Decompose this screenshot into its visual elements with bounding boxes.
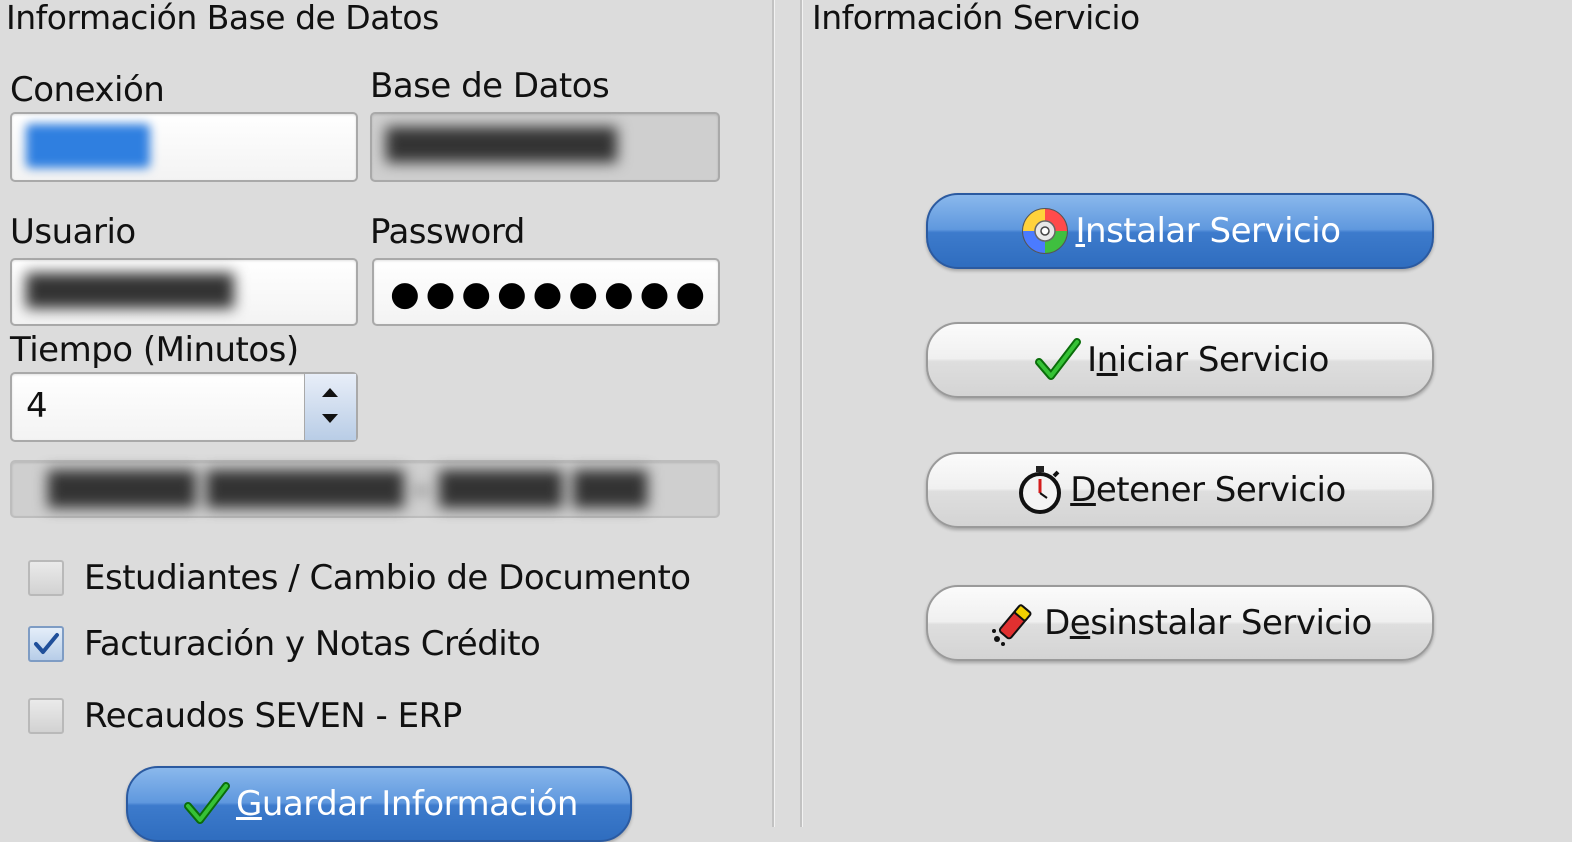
stop-button-label: etener Servicio (1095, 470, 1346, 510)
spinner-buttons[interactable] (304, 374, 356, 440)
students-checkbox-label: Estudiantes / Cambio de Documento (84, 558, 691, 598)
database-label: Base de Datos (370, 66, 610, 106)
time-value: 4 (26, 386, 48, 426)
install-service-button[interactable]: Instalar Servicio (926, 193, 1434, 269)
uninstall-accel: e (1069, 603, 1091, 643)
collections-checkbox-label: Recaudos SEVEN - ERP (84, 696, 462, 736)
collections-checkbox[interactable] (28, 698, 64, 734)
uninstall-service-button[interactable]: Desinstalar Servicio (926, 585, 1434, 661)
password-label: Password (370, 212, 525, 252)
checkmark-icon (183, 782, 230, 824)
install-button-label: nstalar Servicio (1085, 211, 1341, 251)
save-button-label: uardar Información (261, 784, 579, 824)
connection-value-redacted (26, 124, 150, 168)
time-spinner[interactable]: 4 (10, 372, 358, 442)
eraser-icon (992, 604, 1032, 646)
checkmark-icon (1035, 338, 1082, 380)
user-field[interactable]: █████████ (10, 258, 358, 326)
start-service-button[interactable]: Iniciar Servicio (926, 322, 1434, 398)
time-label: Tiempo (Minutos) (10, 330, 299, 370)
start-button-label: iciar Servicio (1117, 340, 1330, 380)
checkmark-icon (34, 633, 59, 654)
billing-checkbox[interactable] (28, 626, 64, 662)
checkbox-row-billing[interactable]: Facturación y Notas Crédito (28, 624, 541, 664)
panel-divider-right (800, 0, 803, 827)
spin-up-icon[interactable] (322, 388, 338, 397)
user-label: Usuario (10, 212, 136, 252)
connection-field[interactable] (10, 112, 358, 182)
password-value: ●●●●●●●●● (390, 274, 712, 314)
user-value-redacted: █████████ (26, 274, 234, 309)
checkbox-row-collections[interactable]: Recaudos SEVEN - ERP (28, 696, 462, 736)
database-info-title: Información Base de Datos (6, 0, 439, 37)
uninstall-button-prefix: D (1044, 603, 1070, 643)
start-accel: n (1096, 340, 1119, 380)
company-field[interactable]: ██████ ████████ - █████ ███ (10, 460, 720, 518)
save-info-button[interactable]: Guardar Información (126, 766, 632, 842)
install-accel: I (1075, 211, 1086, 251)
spin-down-icon[interactable] (322, 414, 338, 423)
database-field[interactable]: ██████████ (370, 112, 720, 182)
checkbox-row-students[interactable]: Estudiantes / Cambio de Documento (28, 558, 691, 598)
stop-accel: D (1070, 470, 1096, 510)
panel-divider-left (772, 0, 775, 827)
uninstall-button-label: sinstalar Servicio (1090, 603, 1372, 643)
save-accel: G (235, 784, 262, 824)
company-value-redacted: ██████ ████████ - █████ ███ (48, 470, 648, 508)
stopwatch-icon (1019, 466, 1062, 514)
password-field[interactable]: ●●●●●●●●● (372, 258, 720, 326)
billing-checkbox-label: Facturación y Notas Crédito (84, 624, 541, 664)
students-checkbox[interactable] (28, 560, 64, 596)
connection-label: Conexión (10, 70, 165, 110)
database-value-redacted: ██████████ (386, 128, 617, 163)
cd-install-icon (1022, 208, 1069, 254)
stop-service-button[interactable]: Detener Servicio (926, 452, 1434, 528)
start-button-prefix: I (1087, 340, 1097, 380)
service-info-title: Información Servicio (812, 0, 1140, 37)
